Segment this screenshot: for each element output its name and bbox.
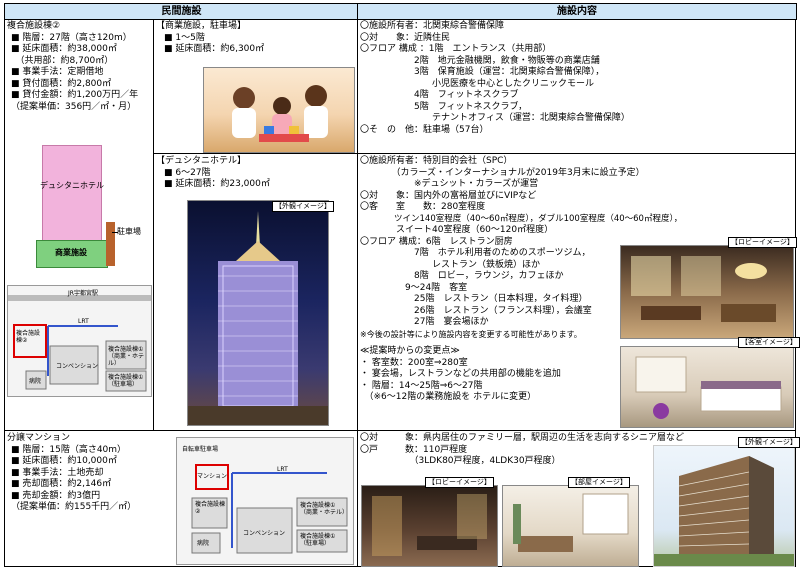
map-label: 複合施設棟②: [195, 501, 226, 515]
complex-line: （共用部：約8,700㎡）: [11, 55, 114, 66]
mansion-room-caption: 【部屋イメージ】: [568, 477, 630, 488]
map-label: コンベンション: [56, 363, 99, 370]
info-line: テナントオフィス（運営：北関東綜合警備保障）: [360, 113, 630, 123]
info-line: 小児医療を中心としたクリニックモール: [360, 78, 595, 89]
info-line: 4階 フィットネスクラブ: [360, 90, 519, 100]
nursery-photo-art: [232, 85, 328, 142]
complex-title: 複合施設棟②: [7, 21, 61, 31]
complex-line: ■ 延床面積：約38,000㎡: [11, 44, 117, 54]
info-line: ツイン140室程度（40～60㎡程度），ダブル100室程度（40～60㎡程度），: [360, 213, 683, 224]
map-label: マンション: [197, 473, 228, 480]
commercial-line: ■ 延床面積：約6,300㎡: [164, 44, 265, 54]
complex-line: ■ 貸付金額：約1,200万円／年: [11, 90, 139, 100]
mansion-line: ■ 延床面積：約10,000㎡: [11, 456, 117, 466]
map-label: コンベンション: [243, 530, 286, 537]
map-label: JR宇都宮駅: [68, 290, 98, 297]
map-label: 複合施設棟①（駐車場）: [300, 533, 336, 547]
info-line: （カラーズ・インターナショナルが2019年3月末に設立予定）: [360, 167, 645, 178]
mansion-room-photo: [502, 485, 639, 567]
info-line: 〇対 象：近隣住民: [360, 32, 451, 43]
shop-label: 商業施設: [55, 248, 87, 257]
hotel-block: 【デュシタニホテル】 ■ 6～27階 ■ 延床面積：約23,000㎡: [156, 156, 270, 191]
mansion-line: ■ 売却金額：約3億円: [11, 490, 101, 501]
complex-line: ■ 事業手法：定期借地: [11, 67, 104, 77]
mansion-block: 分譲マンション ■ 階層：15階（高さ40m） ■ 延床面積：約10,000㎡ …: [7, 433, 136, 514]
complex-block: 複合施設棟② ■ 階層：27階（高さ120m） ■ 延床面積：約38,000㎡ …: [7, 21, 138, 113]
hotel-lobby-art: [631, 256, 776, 322]
info-line: 〇客 室 数：280室程度: [360, 202, 486, 212]
hotel-lobby-photo: [620, 245, 794, 339]
map-label: 病院: [29, 378, 42, 385]
hotel-lobby-caption: 【ロビーイメージ】: [728, 237, 797, 248]
nursery-photo: [203, 67, 355, 153]
map-label: 自転車駐車場: [182, 446, 219, 453]
mansion-exterior-photo: [653, 445, 795, 567]
header-right: 施設内容: [357, 3, 797, 20]
info-line: 2階 地元金融機関，飲食・物販等の商業店舗: [360, 55, 600, 66]
hotel-room-art: [635, 356, 782, 419]
header-left: 民間施設: [4, 3, 359, 20]
info-line: スイート40室程度（60～120㎡程度）: [360, 225, 554, 235]
hotel-room-caption: 【客室イメージ】: [738, 337, 800, 348]
commercial-info-block: 〇施設所有者：北関東綜合警備保障 〇対 象：近隣住民 〇フロア 構成 ：1階 エ…: [360, 21, 792, 136]
info-line: 〇対 象：県内居住のファミリー層，駅周辺の生活を志向するシニア層など: [360, 433, 685, 443]
info-line: 〇そ の 他：駐車場（57台）: [360, 124, 489, 135]
info-line: 〇施設所有者：北関東綜合警備保障: [360, 21, 505, 31]
map-label: LRT: [277, 466, 288, 473]
parking-label: 駐車場: [117, 227, 141, 236]
info-line: ※デュシット・カラーズが運営: [360, 179, 539, 189]
mansion-line: （提案単価：約155千円／㎡）: [11, 502, 137, 512]
map-label: 病院: [197, 540, 210, 547]
map-label: 複合施設棟①（商業・ホテル）: [300, 502, 349, 516]
hotel-exterior-photo: [187, 200, 329, 426]
mansion-lobby-caption: 【ロビーイメージ】: [425, 477, 494, 488]
map-label: 複合施設棟②: [16, 330, 41, 344]
complex-line: ■ 階層：27階（高さ120m）: [11, 32, 132, 43]
parking-block-shape: [106, 222, 115, 266]
mansion-site-map: マンション 複合施設棟② コンベンション 病院 複合施設棟①（商業・ホテル） 複…: [176, 437, 354, 565]
map-label: 複合施設棟①（駐車場）: [108, 374, 144, 388]
map-label: LRT: [78, 318, 89, 325]
hotel-exterior-caption: 【外観イメージ】: [272, 201, 334, 212]
commercial-title: 【商業施設，駐車場】: [156, 21, 247, 31]
map-label: 複合施設棟①（商業・ホテル）: [108, 346, 145, 367]
commercial-line: ■ 1～5階: [164, 32, 205, 43]
info-line: 〇施設所有者：特別目的会社（SPC）: [360, 156, 513, 166]
mansion-lobby-art: [372, 494, 487, 556]
mansion-exterior-art: [654, 456, 794, 566]
mansion-line: ■ 売却面積：約2,146㎡: [11, 479, 112, 489]
hotel-room-photo: [620, 346, 794, 428]
commercial-block: 【商業施設，駐車場】 ■ 1～5階 ■ 延床面積：約6,300㎡: [156, 21, 264, 56]
mansion-lobby-photo: [361, 485, 498, 567]
hotel-tower-shape: [42, 145, 102, 242]
info-line: 3階 保育施設（運営：北関東綜合警備保障），: [360, 67, 605, 77]
mansion-room-art: [513, 493, 629, 552]
complex-line: ■ 貸付面積：約2,800㎡: [11, 78, 112, 89]
mansion-line: ■ 階層：15階（高さ40m）: [11, 444, 127, 455]
info-line: 〇フロア 構成 ：1階 エントランス（共用部）: [360, 44, 552, 54]
complex-site-map: 複合施設棟② コンベンション 病院 複合施設棟①（商業・ホテル） 複合施設棟①（…: [7, 285, 152, 397]
hotel-line: ■ 延床面積：約23,000㎡: [164, 179, 270, 189]
mansion-title: 分譲マンション: [7, 433, 71, 443]
hotel-line: ■ 6～27階: [164, 167, 211, 178]
info-line: 〇対 象：国内外の富裕層並びにVIPなど: [360, 190, 537, 201]
hotel-exterior-art: [188, 211, 328, 425]
mansion-line: ■ 事業手法：土地売却: [11, 467, 104, 478]
info-line: 5階 フィットネスクラブ，: [360, 101, 528, 112]
tower-label: デュシタニホテル: [40, 181, 104, 190]
complex-line: （提案単価：356円／㎡・月）: [11, 101, 137, 112]
hotel-title: 【デュシタニホテル】: [156, 156, 247, 166]
mansion-exterior-caption: 【外観イメージ】: [738, 437, 800, 448]
